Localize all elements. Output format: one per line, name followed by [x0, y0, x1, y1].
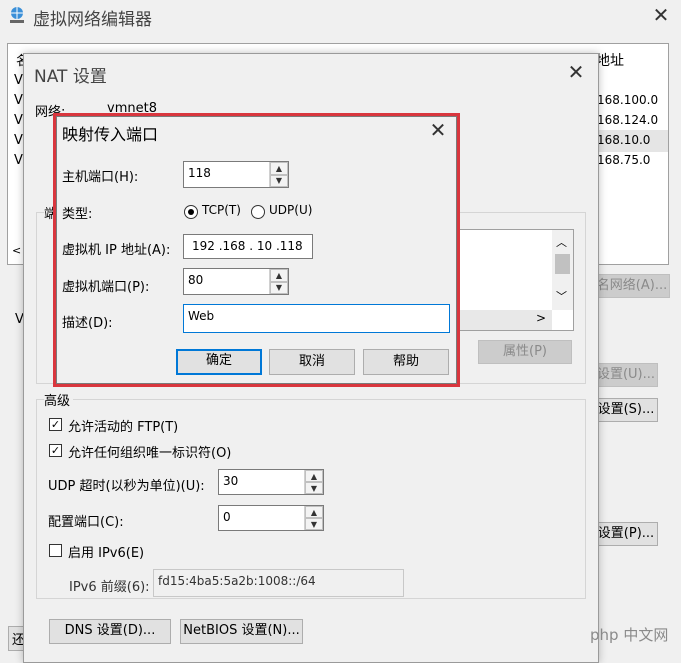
close-icon[interactable]: ✕ — [651, 5, 671, 25]
udp-timeout-stepper[interactable]: ▲ ▼ — [304, 470, 323, 494]
vm-port-stepper[interactable]: ▲ ▼ — [269, 269, 288, 294]
ipv6-prefix-label: IPv6 前缀(6): — [69, 580, 150, 595]
list-row-subnet: 168.75.0 — [597, 153, 651, 167]
help-button[interactable]: 帮助 — [363, 349, 449, 375]
vm-ip-label: 虚拟机 IP 地址(A): — [62, 243, 171, 258]
cancel-button[interactable]: 取消 — [269, 349, 355, 375]
scroll-down-icon[interactable]: ﹀ — [556, 288, 567, 304]
udp-radio-label[interactable]: UDP(U) — [269, 203, 312, 217]
tcp-radio[interactable] — [184, 205, 198, 219]
vm-port-label: 虚拟机端口(P): — [62, 280, 150, 295]
allow-oui-label[interactable]: 允许任何组织唯一标识符(O) — [68, 442, 231, 461]
list-row-name: V — [14, 113, 23, 128]
config-port-label: 配置端口(C): — [48, 515, 124, 530]
list-row-subnet: 168.124.0 — [597, 113, 659, 127]
tcp-radio-label[interactable]: TCP(T) — [202, 203, 241, 217]
close-icon[interactable]: ✕ — [566, 62, 586, 82]
host-port-stepper[interactable]: ▲ ▼ — [269, 162, 288, 187]
list-row-name: V — [14, 73, 23, 88]
rename-network-button[interactable]: 名网络(A)... — [594, 274, 670, 298]
list-row-subnet: 168.100.0 — [597, 93, 659, 107]
description-label: 描述(D): — [62, 316, 113, 331]
scroll-up-icon[interactable]: ︿ — [556, 234, 567, 250]
config-port-stepper[interactable]: ▲ ▼ — [304, 506, 323, 530]
allow-ftp-checkbox[interactable]: ✓ — [49, 418, 62, 431]
scroll-left-icon[interactable]: < — [12, 244, 21, 257]
allow-oui-checkbox[interactable]: ✓ — [49, 444, 62, 457]
netbios-settings-button[interactable]: NetBIOS 设置(N)... — [180, 619, 303, 644]
advanced-group-title: 高级 — [44, 390, 74, 409]
enable-ipv6-checkbox[interactable] — [49, 544, 62, 557]
network-icon — [7, 5, 27, 25]
dns-settings-button[interactable]: DNS 设置(D)... — [49, 619, 171, 644]
main-window-title: 虚拟网络编辑器 — [33, 10, 152, 30]
list-row-name: V — [14, 133, 23, 148]
properties-button[interactable]: 属性(P) — [478, 340, 572, 364]
udp-timeout-label: UDP 超时(以秒为单位)(U): — [48, 479, 205, 494]
settings-u-button[interactable]: 设置(U)... — [594, 363, 658, 387]
description-input[interactable]: Web — [183, 304, 450, 333]
type-label: 类型: — [62, 207, 93, 222]
allow-ftp-label[interactable]: 允许活动的 FTP(T) — [68, 416, 178, 435]
vm-ip-input[interactable]: 192 .168 . 10 .118 — [183, 234, 313, 259]
settings-p-button[interactable]: 设置(P)... — [594, 522, 658, 546]
watermark: php 中文网 — [590, 626, 669, 644]
list-row-name: V — [14, 93, 23, 108]
ipv6-prefix-input[interactable]: fd15:4ba5:5a2b:1008::/64 — [153, 569, 404, 597]
scroll-right-icon[interactable]: > — [536, 311, 546, 325]
settings-s-button[interactable]: 设置(S)... — [594, 398, 658, 422]
close-icon[interactable]: ✕ — [428, 120, 448, 140]
enable-ipv6-label[interactable]: 启用 IPv6(E) — [68, 542, 144, 561]
udp-radio[interactable] — [251, 205, 265, 219]
list-row-name: V — [14, 153, 23, 168]
list-row-subnet: 168.10.0 — [597, 133, 651, 147]
scrollbar-thumb[interactable] — [555, 254, 570, 274]
host-port-label: 主机端口(H): — [62, 170, 139, 185]
nat-dialog-title: NAT 设置 — [34, 67, 107, 87]
ok-button[interactable]: 确定 — [176, 349, 262, 375]
map-port-dialog-title: 映射传入端口 — [62, 125, 159, 144]
